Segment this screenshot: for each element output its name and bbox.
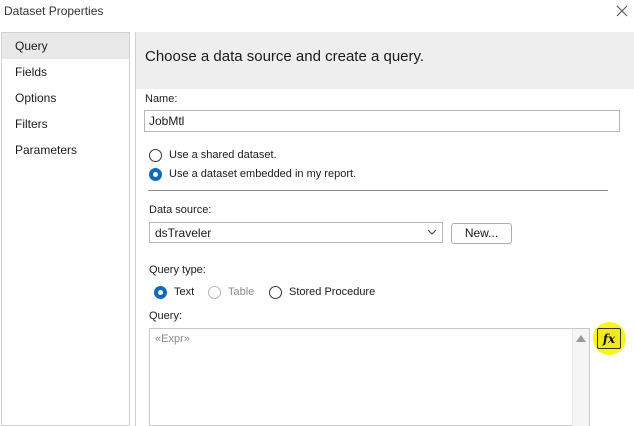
chevron-down-icon [427, 229, 437, 235]
expression-button[interactable]: fx [597, 328, 621, 349]
data-source-value: dsTraveler [155, 226, 212, 240]
sidebar: Query Fields Options Filters Parameters [1, 32, 130, 426]
fx-icon: fx [602, 331, 616, 346]
name-field[interactable]: JobMtl [144, 110, 620, 132]
data-source-dropdown[interactable]: dsTraveler [149, 222, 443, 243]
query-text: «Expr» [155, 333, 190, 345]
query-type-text-option[interactable]: Text [154, 284, 194, 300]
scroll-up-arrow-icon[interactable] [576, 335, 586, 342]
embedded-dataset-radio[interactable] [149, 167, 162, 181]
embedded-dataset-label: Use a dataset embedded in my report. [169, 168, 357, 180]
section-divider [148, 190, 608, 191]
query-editor[interactable]: «Expr» [149, 328, 590, 426]
query-type-label: Query type: [149, 264, 206, 276]
query-type-table-option: Table [208, 284, 254, 300]
sidebar-item-query[interactable]: Query [2, 33, 129, 59]
query-type-table-radio [208, 285, 221, 299]
sidebar-item-filters[interactable]: Filters [2, 111, 129, 137]
query-type-text-radio[interactable] [154, 285, 167, 299]
sidebar-item-parameters[interactable]: Parameters [2, 137, 129, 163]
page-title: Choose a data source and create a query. [145, 48, 425, 65]
name-label: Name: [145, 93, 178, 105]
shared-dataset-label: Use a shared dataset. [169, 149, 277, 161]
query-label: Query: [149, 310, 183, 322]
shared-dataset-radio[interactable] [149, 148, 162, 162]
embedded-dataset-option[interactable]: Use a dataset embedded in my report. [149, 166, 356, 182]
query-type-stored-procedure-label: Stored Procedure [289, 286, 376, 298]
sidebar-item-fields[interactable]: Fields [2, 59, 129, 85]
page-header: Choose a data source and create a query. [136, 32, 634, 89]
query-type-stored-procedure-radio[interactable] [269, 285, 282, 299]
close-button[interactable] [612, 2, 632, 20]
query-type-table-label: Table [228, 286, 255, 298]
query-type-stored-procedure-option[interactable]: Stored Procedure [269, 284, 375, 300]
close-icon [616, 5, 628, 17]
new-data-source-button[interactable]: New... [451, 223, 512, 244]
window-title: Dataset Properties [4, 4, 104, 18]
query-scrollbar[interactable] [572, 329, 589, 426]
shared-dataset-option[interactable]: Use a shared dataset. [149, 147, 277, 163]
sidebar-item-options[interactable]: Options [2, 85, 129, 111]
title-bar: Dataset Properties [0, 0, 634, 28]
query-type-text-label: Text [174, 286, 195, 298]
data-source-label: Data source: [149, 204, 212, 216]
